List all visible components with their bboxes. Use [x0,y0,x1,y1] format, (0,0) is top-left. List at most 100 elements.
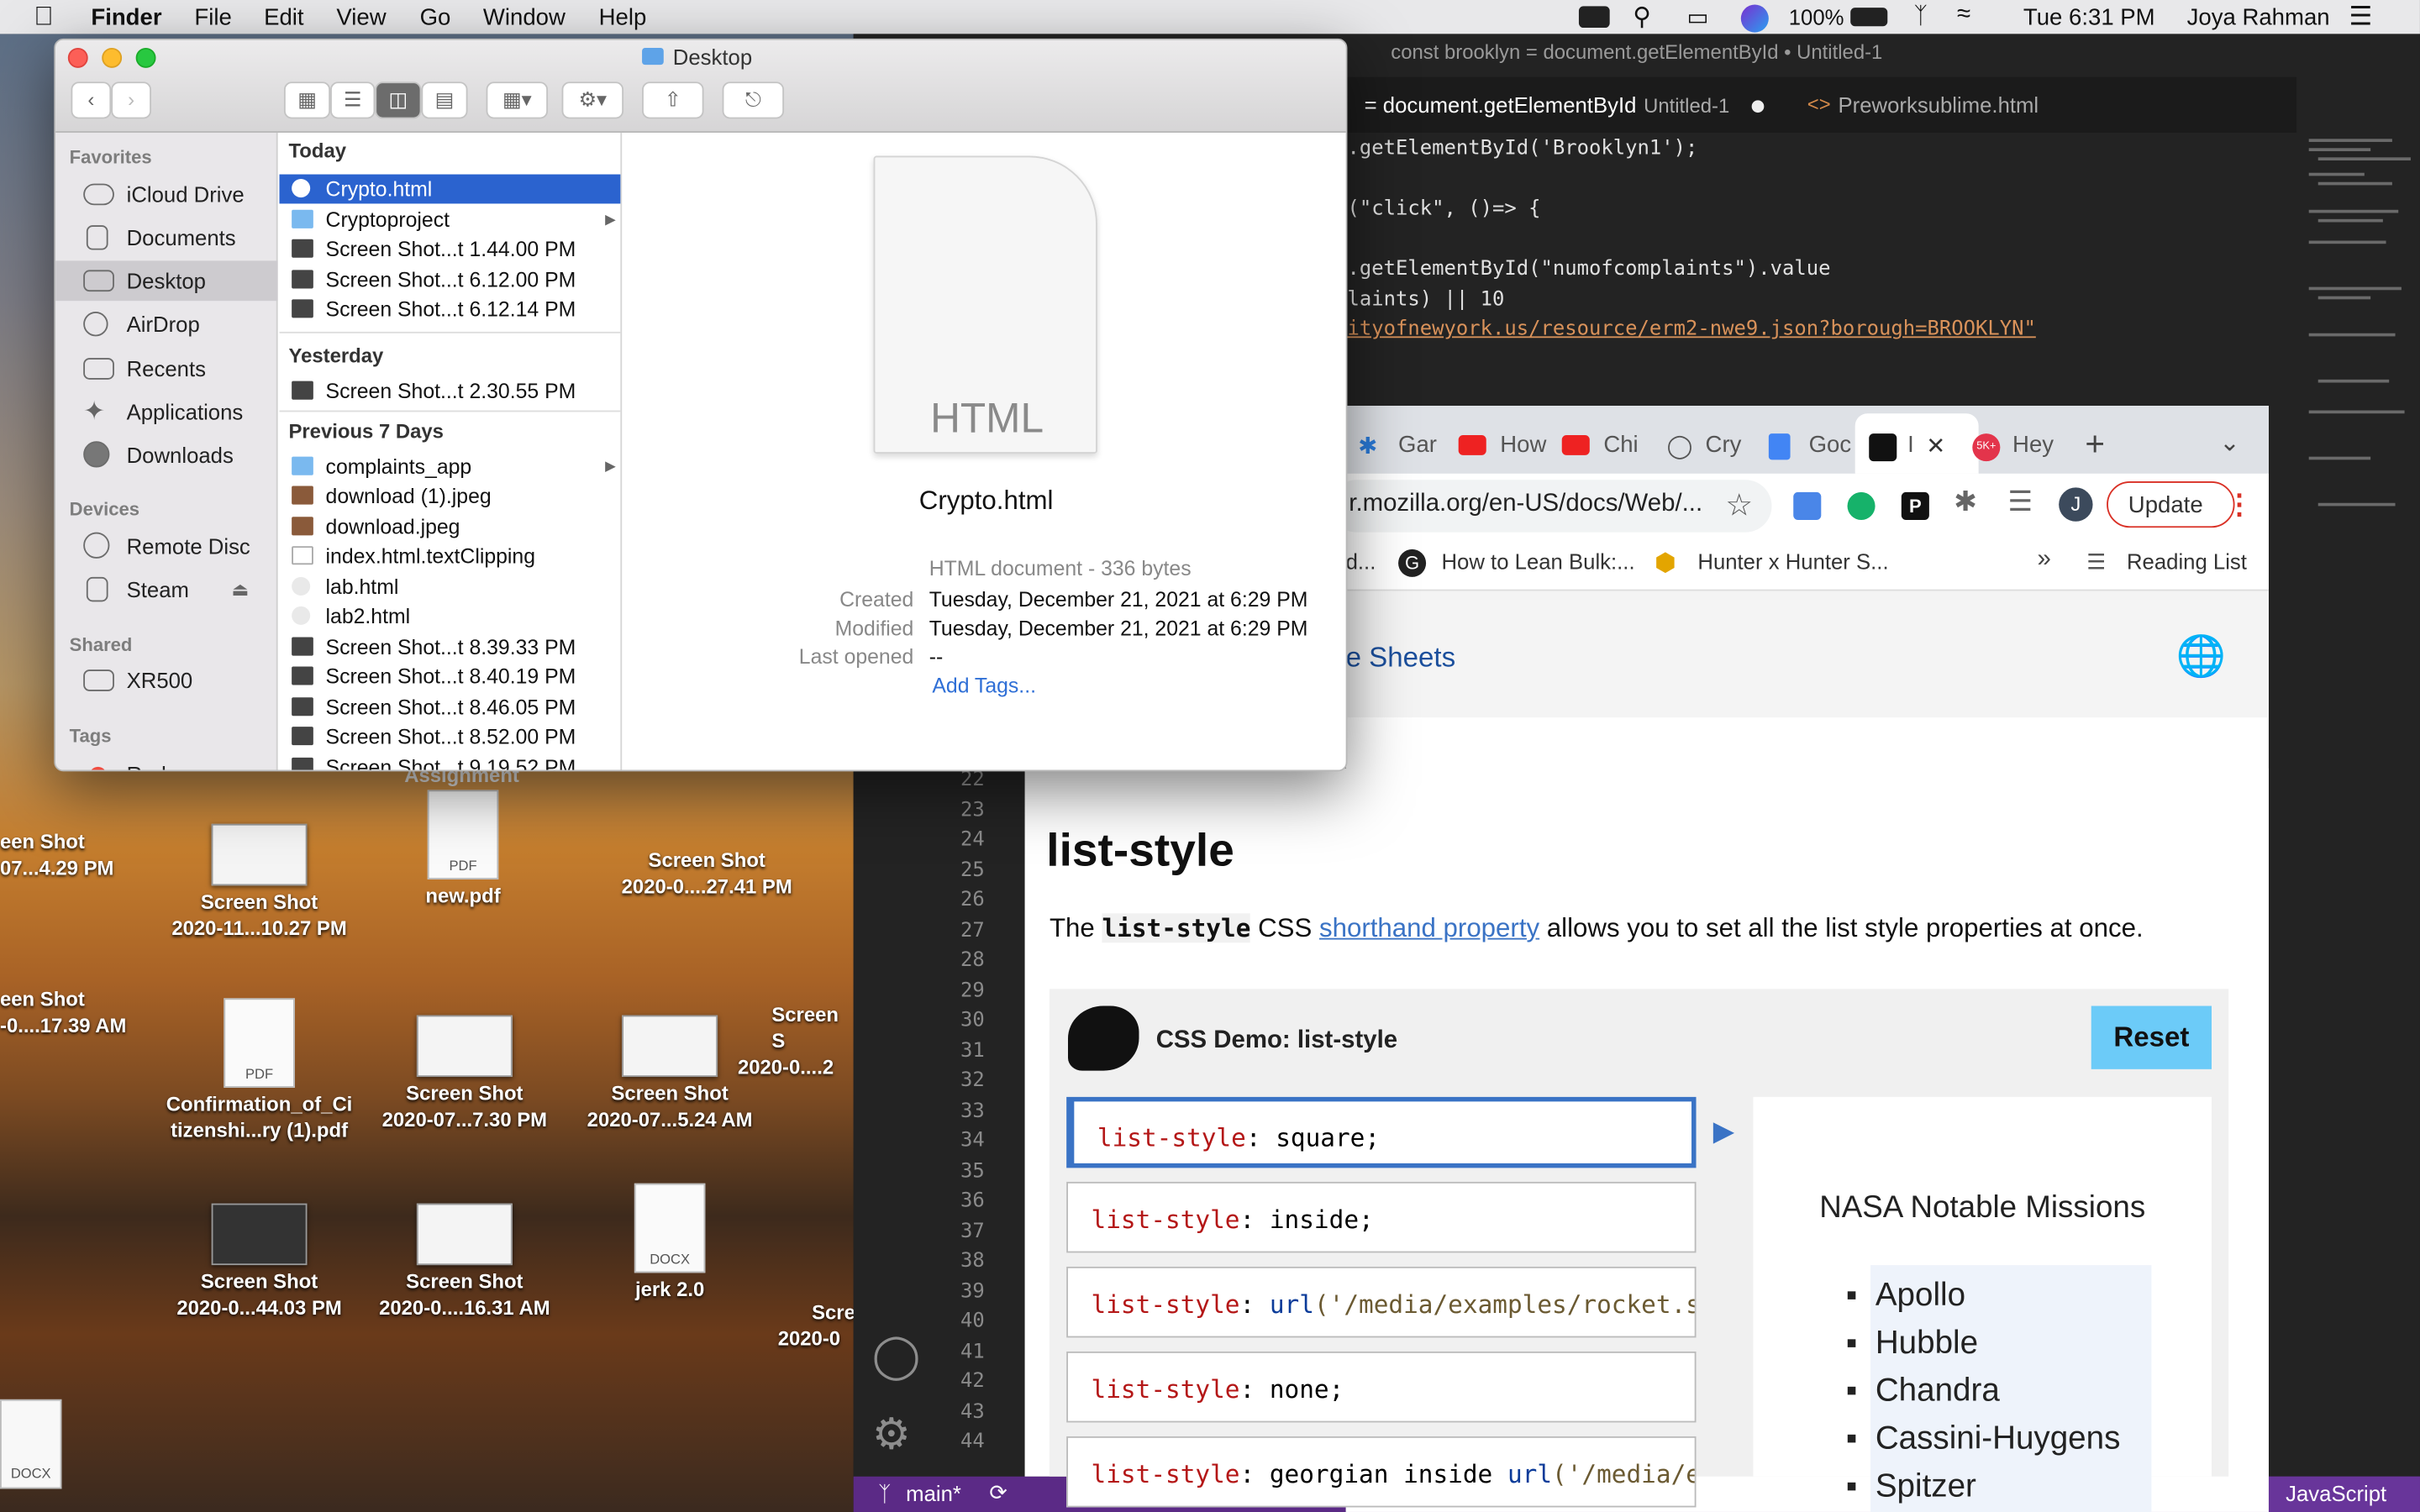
list-view-button[interactable]: ☰ [330,81,376,119]
code-line[interactable]: .getElementById('Brooklyn1'); [1347,137,1697,160]
file-item[interactable]: Screen Shot...t 1.44.00 PM [279,234,620,264]
sidebar-item-icloud-drive[interactable]: iCloud Drive [55,175,277,215]
zoom-window-button[interactable] [135,47,156,68]
file-item[interactable]: Screen Shot...t 8.52.00 PM [279,722,620,752]
editor-minimap[interactable] [2296,133,2420,534]
browser-tab[interactable]: Hey [2012,432,2054,458]
sidebar-item-desktop[interactable]: Desktop [55,260,278,302]
file-item[interactable]: download (1).jpeg [279,481,620,511]
sidebar-item-tag-red[interactable]: Red [55,754,277,770]
file-item-crypto-html[interactable]: Crypto.html [279,174,621,204]
back-button[interactable]: ‹ [71,81,112,119]
battery-icon[interactable] [1850,8,1888,27]
reset-button[interactable]: Reset [2091,1005,2212,1069]
file-item[interactable]: download.jpeg [279,512,620,542]
editor-tab-active[interactable]: = document.getElementById [1365,92,1637,117]
browser-tab[interactable]: Chi [1603,432,1638,458]
desktop-icon-screenshot[interactable]: een Shot 07...4.29 PM [0,828,124,880]
url-text[interactable]: r.mozilla.org/en-US/docs/Web/... [1349,491,1702,518]
profile-avatar[interactable]: J [2059,487,2093,522]
desktop-icon-screenshot[interactable]: een Shot -0....17.39 AM [0,986,139,1038]
reading-list-icon[interactable]: ☰ [2086,549,2106,575]
unsaved-dot-icon[interactable] [1751,100,1765,113]
menu-view[interactable]: View [336,5,386,31]
menu-help[interactable]: Help [599,5,647,31]
group-by-button[interactable]: ▦▾ [486,81,549,119]
menu-app-name[interactable]: Finder [91,5,161,31]
sidebar-item-remote-disc[interactable]: Remote Disc [55,526,277,566]
sidebar-item-xr500[interactable]: XR500 [55,660,277,701]
icon-view-button[interactable]: ▦ [283,81,331,119]
desktop-icon-jerk-docx[interactable]: DOCX jerk 2.0 [570,1183,771,1302]
media-control-icon[interactable]: ☰ [2008,486,2033,519]
shorthand-property-link[interactable]: shorthand property [1319,913,1539,942]
sidebar-item-documents[interactable]: Documents [55,218,277,258]
browser-tab[interactable]: Goc [1809,432,1852,458]
language-globe-icon[interactable]: 🌐 [2176,633,2226,680]
bookmark-item[interactable]: How to Lean Bulk:... [1441,549,1634,574]
file-item-folder[interactable]: complaints_app ▶ [279,452,620,481]
settings-gear-icon[interactable]: ⚙ [872,1409,911,1460]
code-line[interactable]: ("click", ()=> { [1347,197,1540,221]
desktop-icon-screenshot[interactable]: Screen Shot 2020-11...10.27 PM [159,823,360,942]
reading-list-label[interactable]: Reading List [2127,549,2247,574]
update-button[interactable]: Update [2107,481,2235,528]
zoom-icon[interactable] [1578,6,1610,29]
gallery-view-button[interactable]: ▤ [421,81,468,119]
code-line[interactable]: .getElementById("numofcomplaints").value [1347,258,1830,281]
tag-button[interactable]: ⎋ [722,81,785,119]
git-branch-icon[interactable]: ᛉ [878,1481,891,1505]
eject-icon[interactable]: ⏏ [232,570,250,610]
share-button[interactable]: ⇧ [642,81,704,119]
airplay-icon[interactable]: ▭ [1687,3,1709,31]
desktop-icon-screenshot[interactable]: Scre 2020-0 [741,1299,855,1352]
wifi-icon[interactable]: ≈ [1957,2,1970,29]
sidebar-item-airdrop[interactable]: AirDrop [55,304,277,344]
menubar-user[interactable]: Joya Rahman [2187,5,2330,31]
menu-window[interactable]: Window [483,5,566,31]
sidebar-item-downloads[interactable]: Downloads [55,435,277,475]
bookmark-item[interactable]: d... [1346,549,1376,574]
new-tab-plus-icon[interactable]: + [2085,424,2105,465]
sidebar-item-recents[interactable]: Recents [55,349,277,389]
demo-option-square[interactable]: list-style: square; [1066,1096,1697,1168]
chevron-down-icon[interactable]: ⌄ [2219,428,2240,459]
extensions-puzzle-icon[interactable]: ✱ [1954,486,1977,519]
close-tab-icon[interactable]: ✕ [1926,432,1945,459]
notification-center-icon[interactable]: ☰ [2349,2,2372,33]
demo-option-georgian[interactable]: list-style: georgian inside url('/media/… [1066,1436,1697,1508]
more-menu-icon[interactable]: ⋮ [2226,489,2254,522]
file-item[interactable]: Screen Shot...t 2.30.55 PM [279,376,620,406]
editor-tab-other[interactable]: Preworksublime.html [1839,92,2039,117]
forward-button[interactable]: › [111,81,151,119]
browser-tab[interactable]: How [1500,432,1546,458]
browser-tab[interactable]: Gar [1398,432,1437,458]
language-mode[interactable]: JavaScript [2268,1476,2420,1512]
file-item[interactable]: Screen Shot...t 6.12.14 PM [279,295,620,324]
demo-option-inside[interactable]: list-style: inside; [1066,1181,1697,1253]
bookmark-item[interactable]: Hunter x Hunter S... [1697,549,1888,574]
desktop-icon-screenshot[interactable]: Screen Shot 2020-0...44.03 PM [159,1203,360,1321]
mdn-nav-link[interactable]: e Sheets [1346,642,1456,675]
menubar-clock[interactable]: Tue 6:31 PM [2023,5,2155,31]
desktop-icon-screenshot[interactable]: Screen S 2020-0....2 [733,1001,853,1080]
demo-option-url[interactable]: list-style: url('/media/examples/rocket.… [1066,1266,1697,1338]
desktop-icon-new-pdf[interactable]: PDF new.pdf [363,790,564,908]
browser-tab-active[interactable]: I [1907,432,1914,458]
sidebar-item-steam[interactable]: Steam ⏏ [55,570,277,610]
grammarly-icon[interactable] [1847,491,1876,520]
desktop-icon-screenshot[interactable]: Screen Shot 2020-0....27.41 PM [607,847,808,899]
minimize-window-button[interactable] [102,47,123,68]
menu-file[interactable]: File [194,5,231,31]
desktop-icon-screenshot[interactable]: Screen Shot 2020-07...7.30 PM [364,1015,565,1133]
demo-option-none[interactable]: list-style: none; [1066,1351,1697,1423]
file-item[interactable]: Screen Shot...t 8.39.33 PM [279,633,620,662]
file-item[interactable]: lab.html [279,572,620,601]
bookmark-star-icon[interactable]: ☆ [1725,486,1753,525]
file-item-folder[interactable]: Cryptoproject ▶ [279,205,620,234]
editor-tab-active-file[interactable]: Untitled-1 [1644,94,1729,118]
desktop-icon-confirmation-pdf[interactable]: PDF Confirmation_of_Ci tizenshi...ry (1)… [159,998,360,1143]
git-branch-label[interactable]: main* [906,1481,961,1505]
translate-icon[interactable] [1793,491,1822,520]
apple-icon[interactable]:  [34,2,53,33]
